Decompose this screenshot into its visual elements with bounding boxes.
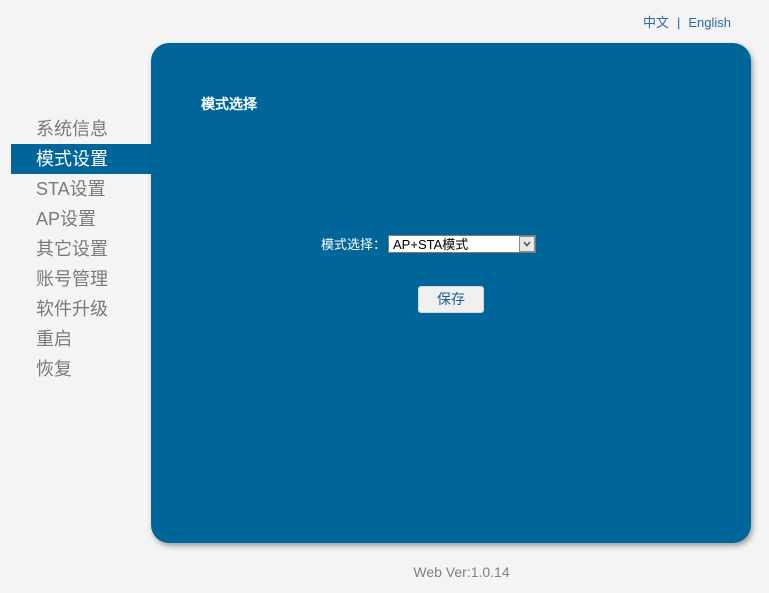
- sidebar-item-other-settings[interactable]: 其它设置: [11, 234, 151, 264]
- sidebar-item-reboot[interactable]: 重启: [11, 324, 151, 354]
- version-footer: Web Ver:1.0.14: [413, 564, 510, 580]
- mode-select[interactable]: AP+STA模式: [388, 234, 537, 253]
- sidebar-item-ap-settings[interactable]: AP设置: [11, 204, 151, 234]
- mode-select-label: 模式选择：: [321, 237, 387, 252]
- save-button[interactable]: 保存: [418, 286, 484, 313]
- sidebar-item-sta-settings[interactable]: STA设置: [11, 174, 151, 204]
- sidebar-item-mode-settings[interactable]: 模式设置: [11, 144, 151, 174]
- sidebar-item-system-info[interactable]: 系统信息: [11, 114, 151, 144]
- sidebar-item-restore[interactable]: 恢复: [11, 354, 151, 384]
- language-english-link[interactable]: English: [688, 15, 731, 30]
- sidebar-nav: 系统信息 模式设置 STA设置 AP设置 其它设置 账号管理 软件升级 重启 恢…: [11, 114, 151, 384]
- chevron-down-icon[interactable]: [519, 235, 536, 252]
- sidebar-item-account-management[interactable]: 账号管理: [11, 264, 151, 294]
- language-chinese-link[interactable]: 中文: [643, 15, 669, 30]
- chevron-down-glyph: [523, 240, 531, 247]
- content-panel: 模式选择 模式选择： AP+STA模式 保存: [151, 43, 751, 543]
- mode-select-value: AP+STA模式: [393, 237, 469, 252]
- mode-select-row: 模式选择： AP+STA模式: [321, 234, 537, 253]
- language-bar: 中文 | English: [643, 12, 731, 31]
- panel-title: 模式选择: [201, 96, 257, 112]
- sidebar-item-firmware-upgrade[interactable]: 软件升级: [11, 294, 151, 324]
- language-separator: |: [676, 15, 681, 30]
